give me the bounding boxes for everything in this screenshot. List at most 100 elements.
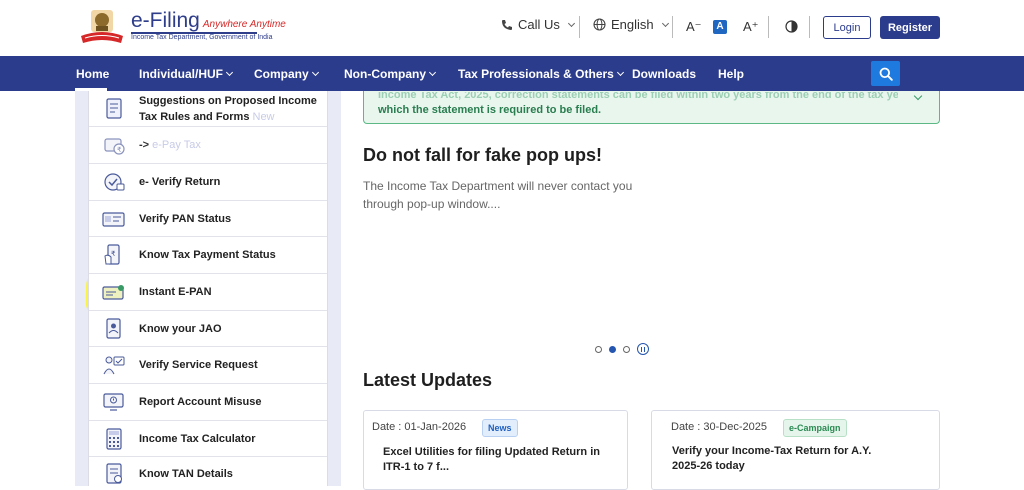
nav-tax-professionals-label: Tax Professionals & Others: [458, 67, 614, 81]
header-divider: [579, 16, 580, 38]
ecampaign-badge: e-Campaign: [783, 419, 847, 437]
nav-downloads[interactable]: Downloads: [632, 67, 696, 81]
update-card[interactable]: Date : 30-Dec-2025 e-Campaign Verify you…: [651, 410, 940, 490]
nav-home[interactable]: Home: [76, 67, 109, 81]
verify-return-icon: [104, 173, 125, 191]
sidebar-item-label: -> e-Pay Tax: [139, 137, 201, 153]
report-misuse-icon: [103, 393, 124, 411]
header-divider: [809, 16, 810, 38]
pan-card-icon: [102, 212, 125, 227]
default-font-button[interactable]: A: [713, 20, 727, 34]
alert-line-2: which the statement is required to be fi…: [378, 104, 602, 116]
chevron-down-icon[interactable]: [913, 91, 923, 101]
sidebar-item-label: Verify Service Request: [139, 359, 258, 371]
search-icon: [879, 67, 893, 81]
sidebar-item-label: Verify PAN Status: [139, 213, 232, 225]
sidebar-item-verify-service-request[interactable]: Verify Service Request: [89, 347, 327, 384]
sidebar-item-know-jao[interactable]: Know your JAO: [89, 311, 327, 347]
sidebar-item-label: Know your JAO: [139, 323, 222, 335]
sidebar-item-label: Know TAN Details: [139, 468, 233, 480]
nav-company[interactable]: Company: [254, 67, 319, 81]
sidebar-item-tax-calculator[interactable]: Income Tax Calculator: [89, 421, 327, 457]
header-divider: [768, 16, 769, 38]
sidebar-item-suggestions[interactable]: Suggestions on Proposed Income Tax Rules…: [89, 91, 327, 127]
quick-links-sidebar: Suggestions on Proposed Income Tax Rules…: [88, 91, 328, 486]
document-icon: [106, 98, 122, 119]
nav-tax-professionals[interactable]: Tax Professionals & Others: [458, 67, 624, 81]
chevron-down-icon: [225, 68, 234, 77]
logo-subtitle: Income Tax Department, Government of Ind…: [131, 34, 273, 41]
national-emblem-icon[interactable]: [79, 8, 125, 46]
carousel-dot-2[interactable]: [609, 345, 616, 353]
payment-status-icon: ₹: [104, 244, 120, 265]
sidebar-item-instant-epan[interactable]: Instant E-PAN: [89, 274, 327, 311]
update-text[interactable]: Excel Utilities for filing Updated Retur…: [383, 445, 613, 475]
nav-help[interactable]: Help: [718, 67, 744, 81]
sidebar-item-text: Suggestions on Proposed Income Tax Rules…: [139, 95, 317, 123]
update-date: Date : 30-Dec-2025: [671, 421, 767, 433]
sidebar-item-report-account-misuse[interactable]: Report Account Misuse: [89, 384, 327, 421]
logo-title-text: e-Filing: [131, 9, 200, 32]
contrast-toggle-icon[interactable]: [785, 20, 798, 33]
nav-individual-label: Individual/HUF: [139, 67, 223, 81]
nav-company-label: Company: [254, 67, 309, 81]
banner-title: Do not fall for fake pop ups!: [363, 145, 602, 165]
sidebar-item-label: Report Account Misuse: [139, 396, 262, 408]
search-button[interactable]: [871, 61, 900, 86]
sidebar-item-label: e- Verify Return: [139, 176, 221, 188]
carousel-indicators: [595, 343, 649, 355]
pay-tax-icon: ₹: [104, 138, 125, 155]
sidebar-item-verify-pan[interactable]: Verify PAN Status: [89, 201, 327, 237]
carousel-dot-1[interactable]: [595, 345, 602, 353]
call-us-label: Call Us: [518, 17, 560, 32]
sidebar-item-epay-tax[interactable]: ₹ -> e-Pay Tax: [89, 127, 327, 164]
call-us-dropdown[interactable]: Call Us: [501, 17, 575, 32]
language-dropdown[interactable]: English: [593, 17, 669, 32]
sidebar-item-label: Income Tax Calculator: [139, 433, 256, 445]
latest-updates-title: Latest Updates: [363, 370, 493, 390]
sidebar-item-label: Know Tax Payment Status: [139, 249, 276, 261]
logo-title[interactable]: e-Filing Anywhere Anytime: [131, 9, 286, 33]
news-badge: News: [482, 419, 518, 437]
info-alert: Income Tax Act, 2025, correction stateme…: [363, 91, 940, 124]
logo-tagline: Anywhere Anytime: [202, 19, 286, 30]
nav-help-label: Help: [718, 67, 745, 81]
banner-description: The Income Tax Department will never con…: [363, 179, 633, 211]
update-text[interactable]: Verify your Income-Tax Return for A.Y. 2…: [672, 444, 902, 474]
svg-text:₹: ₹: [111, 250, 116, 258]
increase-font-button[interactable]: A⁺: [743, 19, 759, 35]
login-button[interactable]: Login: [823, 16, 871, 39]
svg-text:₹: ₹: [117, 146, 122, 154]
service-request-icon: [103, 356, 125, 375]
update-card[interactable]: Date : 01-Jan-2026 News Excel Utilities …: [363, 410, 628, 490]
alert-line-1: Income Tax Act, 2025, correction stateme…: [378, 92, 898, 101]
header-divider: [672, 16, 673, 38]
sidebar-item-tax-payment-status[interactable]: ₹ Know Tax Payment Status: [89, 237, 327, 274]
nav-home-label: Home: [76, 67, 110, 81]
chevron-down-icon: [428, 68, 437, 77]
sidebar-item-everify-return[interactable]: e- Verify Return: [89, 164, 327, 201]
new-badge: New: [252, 111, 275, 123]
carousel-pause-button[interactable]: [637, 343, 649, 355]
jao-icon: [106, 318, 121, 339]
epay-tax-link[interactable]: e-Pay Tax: [152, 139, 201, 151]
sidebar-item-label: Instant E-PAN: [139, 286, 212, 298]
alert-text: Income Tax Act, 2025, correction stateme…: [378, 92, 898, 118]
carousel-dot-3[interactable]: [623, 345, 630, 353]
nav-non-company[interactable]: Non-Company: [344, 67, 437, 81]
chevron-down-icon: [311, 68, 319, 77]
calculator-icon: [106, 428, 122, 450]
phone-icon: [502, 19, 512, 30]
sidebar-arrow-text: ->: [139, 139, 150, 151]
nav-downloads-label: Downloads: [632, 67, 697, 81]
chevron-down-icon: [567, 19, 575, 27]
decrease-font-button[interactable]: A⁻: [686, 19, 702, 35]
chevron-down-icon: [616, 68, 624, 77]
update-date: Date : 01-Jan-2026: [372, 421, 467, 433]
register-button[interactable]: Register: [880, 16, 940, 39]
tan-details-icon: [106, 463, 122, 484]
sidebar-item-tan-details[interactable]: Know TAN Details: [89, 457, 327, 486]
epan-card-icon: [102, 285, 124, 300]
language-label: English: [611, 17, 654, 32]
nav-individual-huf[interactable]: Individual/HUF: [139, 67, 234, 81]
